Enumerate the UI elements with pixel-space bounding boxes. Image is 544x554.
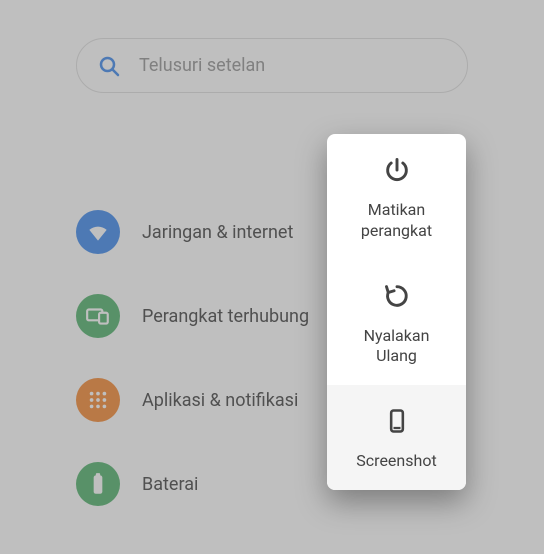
power-menu-label: Matikan perangkat: [361, 200, 432, 242]
power-menu-power-off[interactable]: Matikan perangkat: [327, 134, 466, 260]
power-menu-screenshot[interactable]: Screenshot: [327, 385, 466, 490]
screenshot-icon: [383, 407, 411, 435]
power-menu: Matikan perangkat Nyalakan Ulang Screens…: [327, 134, 466, 490]
power-menu-restart[interactable]: Nyalakan Ulang: [327, 260, 466, 386]
restart-icon: [383, 282, 411, 310]
power-menu-label: Screenshot: [356, 451, 436, 472]
power-menu-label: Nyalakan Ulang: [364, 326, 430, 368]
power-icon: [383, 156, 411, 184]
